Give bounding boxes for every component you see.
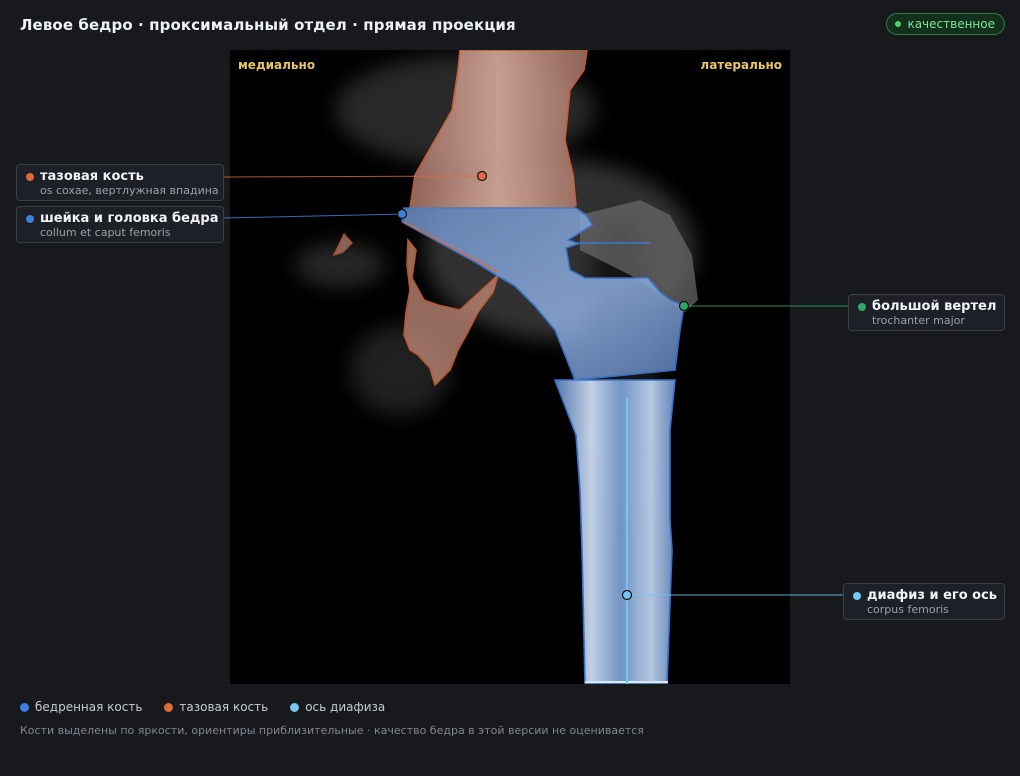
legend-femur-label: бедренная кость (35, 700, 143, 714)
femur-legend-dot-icon (20, 702, 29, 712)
orientation-lateral: латерально (700, 58, 782, 72)
trochanter-color-dot-icon (858, 302, 866, 311)
pelvis-color-dot-icon (26, 172, 34, 181)
legend-axis-label: ось диафиза (305, 700, 386, 714)
legend-pelvis-label: тазовая кость (179, 700, 269, 714)
label-pelvis[interactable]: тазовая кость os coxae, вертлужная впади… (16, 164, 224, 201)
label-neck-latin: collum et caput femoris (40, 226, 171, 239)
label-shaft-name: диафиз и его ось (867, 588, 998, 603)
label-trochanter-name: большой вертел (872, 299, 997, 314)
legend-item-axis: ось диафиза (290, 700, 385, 714)
pelvis-legend-dot-icon (164, 702, 174, 712)
axis-legend-dot-icon (290, 702, 300, 712)
label-pelvis-latin: os coxae, вертлужная впадина (40, 184, 219, 197)
legend: бедренная кость тазовая кость ось диафиз… (20, 700, 385, 714)
footnote: Кости выделены по яркости, ориентиры при… (20, 724, 644, 737)
status-dot-icon (895, 21, 902, 27)
femur-shaft-region (553, 379, 676, 684)
quality-badge-label: качественное (907, 17, 995, 31)
label-trochanter-latin: trochanter major (872, 314, 965, 327)
label-trochanter[interactable]: большой вертел trochanter major (848, 294, 1005, 331)
shaft-color-dot-icon (853, 591, 861, 600)
label-neck-name: шейка и головка бедра (40, 211, 219, 226)
page-title: Левое бедро · проксимальный отдел · прям… (20, 16, 516, 34)
quality-badge: качественное (886, 13, 1005, 35)
neck-color-dot-icon (26, 214, 34, 223)
orientation-medial: медиально (238, 58, 316, 72)
label-shaft[interactable]: диафиз и его ось corpus femoris (843, 583, 1005, 620)
label-shaft-latin: corpus femoris (867, 603, 949, 616)
legend-item-femur: бедренная кость (20, 700, 142, 714)
legend-item-pelvis: тазовая кость (164, 700, 268, 714)
label-neck[interactable]: шейка и головка бедра collum et caput fe… (16, 206, 224, 243)
xray-viewer[interactable]: медиально латерально (230, 50, 790, 684)
label-pelvis-name: тазовая кость (40, 169, 144, 184)
xray-image (295, 50, 698, 684)
